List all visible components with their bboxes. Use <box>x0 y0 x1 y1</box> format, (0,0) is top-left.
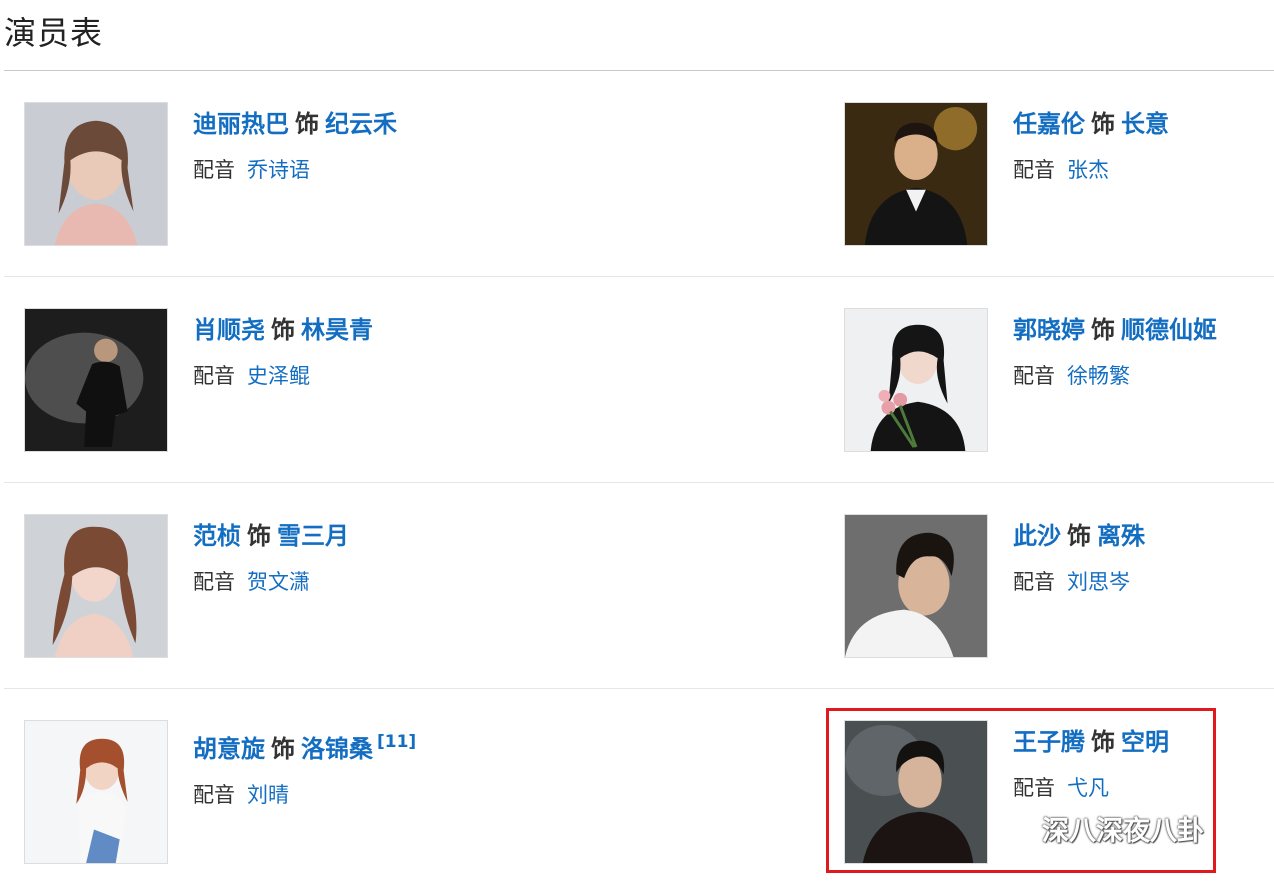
section-title: 演员表 <box>4 14 104 52</box>
voice-line: 配音 刘思岑 <box>1013 568 1145 596</box>
cast-entry: 任嘉伦饰长意 配音 张杰 <box>824 71 1274 276</box>
actor-name-link[interactable]: 胡意旋 <box>193 735 265 763</box>
cast-info: 范桢饰雪三月 配音 贺文潇 <box>193 521 349 596</box>
cast-info: 此沙饰离殊 配音 刘思岑 <box>1013 521 1145 596</box>
actor-name-link[interactable]: 王子腾 <box>1013 728 1085 756</box>
voice-actor-link[interactable]: 贺文潇 <box>247 570 310 594</box>
voice-line: 配音 刘晴 <box>193 781 416 809</box>
voice-label: 配音 <box>1013 776 1055 800</box>
voice-label: 配音 <box>193 364 235 388</box>
voice-label: 配音 <box>1013 364 1055 388</box>
voice-label: 配音 <box>1013 570 1055 594</box>
actor-name-link[interactable]: 肖顺尧 <box>193 316 265 344</box>
voice-actor-link[interactable]: 张杰 <box>1067 158 1109 182</box>
name-line: 迪丽热巴饰纪云禾 <box>193 109 397 139</box>
name-line: 郭晓婷饰顺德仙姬 <box>1013 315 1217 345</box>
cast-row: 迪丽热巴饰纪云禾 配音 乔诗语 任嘉伦饰长意 配音 张杰 <box>4 71 1274 277</box>
actor-photo[interactable] <box>24 514 168 658</box>
voice-actor-link[interactable]: 乔诗语 <box>247 158 310 182</box>
cast-entry: 肖顺尧饰林昊青 配音 史泽鲲 <box>4 277 824 482</box>
cast-row: 胡意旋饰洛锦桑 [11] 配音 刘晴 王子腾饰空明 配音 弋凡 <box>4 689 1274 882</box>
role-name-link[interactable]: 空明 <box>1121 728 1169 756</box>
watermark: 深八深夜八卦 <box>990 808 1204 849</box>
actor-name-link[interactable]: 郭晓婷 <box>1013 316 1085 344</box>
cast-entry: 此沙饰离殊 配音 刘思岑 <box>824 483 1274 688</box>
role-name-link[interactable]: 洛锦桑 <box>301 735 373 763</box>
role-name-link[interactable]: 纪云禾 <box>325 110 397 138</box>
cast-info: 王子腾饰空明 配音 弋凡 <box>1013 727 1169 802</box>
as-word: 饰 <box>247 522 271 550</box>
actor-name-link[interactable]: 此沙 <box>1013 522 1061 550</box>
cast-info: 胡意旋饰洛锦桑 [11] 配音 刘晴 <box>193 727 416 809</box>
actor-photo[interactable] <box>844 514 988 658</box>
cast-entry: 范桢饰雪三月 配音 贺文潇 <box>4 483 824 688</box>
cast-row: 范桢饰雪三月 配音 贺文潇 此沙饰离殊 配音 刘思岑 <box>4 483 1274 689</box>
actor-photo[interactable] <box>24 720 168 864</box>
cast-info: 任嘉伦饰长意 配音 张杰 <box>1013 109 1169 184</box>
voice-label: 配音 <box>193 158 235 182</box>
as-word: 饰 <box>271 735 295 763</box>
voice-label: 配音 <box>1013 158 1055 182</box>
voice-line: 配音 弋凡 <box>1013 774 1169 802</box>
cast-row: 肖顺尧饰林昊青 配音 史泽鲲 郭晓婷饰顺德仙姬 配音 徐畅繁 <box>4 277 1274 483</box>
as-word: 饰 <box>1091 110 1115 138</box>
role-name-link[interactable]: 雪三月 <box>277 522 349 550</box>
role-name-link[interactable]: 顺德仙姬 <box>1121 316 1217 344</box>
actor-name-link[interactable]: 范桢 <box>193 522 241 550</box>
as-word: 饰 <box>295 110 319 138</box>
cast-page: 演员表 迪丽热巴饰纪云禾 配音 乔诗语 任嘉伦 饰 长意 配音 张杰 肖顺尧 饰… <box>0 0 1274 882</box>
watermark-text: 深八深夜八卦 <box>1042 816 1204 847</box>
actor-photo[interactable] <box>24 102 168 246</box>
voice-actor-link[interactable]: 刘晴 <box>247 783 289 807</box>
cast-entry: 迪丽热巴饰纪云禾 配音 乔诗语 <box>4 71 824 276</box>
wechat-icon <box>990 808 1032 849</box>
voice-label: 配音 <box>193 570 235 594</box>
actor-photo[interactable] <box>24 308 168 452</box>
voice-line: 配音 史泽鲲 <box>193 362 373 390</box>
actor-name-link[interactable]: 任嘉伦 <box>1013 110 1085 138</box>
voice-label: 配音 <box>193 783 235 807</box>
cast-info: 迪丽热巴饰纪云禾 配音 乔诗语 <box>193 109 397 184</box>
as-word: 饰 <box>1091 728 1115 756</box>
name-line: 胡意旋饰洛锦桑 [11] <box>193 727 416 764</box>
actor-name-link[interactable]: 迪丽热巴 <box>193 110 289 138</box>
voice-actor-link[interactable]: 徐畅繁 <box>1067 364 1130 388</box>
name-line: 此沙饰离殊 <box>1013 521 1145 551</box>
actor-photo[interactable] <box>844 720 988 864</box>
actor-photo[interactable] <box>844 102 988 246</box>
cast-grid: 迪丽热巴饰纪云禾 配音 乔诗语 任嘉伦饰长意 配音 张杰 肖顺尧 饰 林昊青 配… <box>4 71 1274 882</box>
role-name-link[interactable]: 离殊 <box>1097 522 1145 550</box>
actor-photo[interactable] <box>844 308 988 452</box>
voice-actor-link[interactable]: 史泽鲲 <box>247 364 310 388</box>
cast-entry: 胡意旋饰洛锦桑 [11] 配音 刘晴 <box>4 689 824 882</box>
cast-entry: 王子腾饰空明 配音 弋凡 <box>824 689 1274 882</box>
name-line: 范桢饰雪三月 <box>193 521 349 551</box>
role-name-link[interactable]: 长意 <box>1121 110 1169 138</box>
cast-entry: 郭晓婷饰顺德仙姬 配音 徐畅繁 <box>824 277 1274 482</box>
voice-line: 配音 乔诗语 <box>193 156 397 184</box>
reference-link[interactable]: [11] <box>377 732 416 752</box>
name-line: 肖顺尧饰林昊青 <box>193 315 373 345</box>
as-word: 饰 <box>1067 522 1091 550</box>
cast-info: 郭晓婷饰顺德仙姬 配音 徐畅繁 <box>1013 315 1217 390</box>
voice-line: 配音 贺文潇 <box>193 568 349 596</box>
name-line: 任嘉伦饰长意 <box>1013 109 1169 139</box>
as-word: 饰 <box>1091 316 1115 344</box>
cast-info: 肖顺尧饰林昊青 配音 史泽鲲 <box>193 315 373 390</box>
role-name-link[interactable]: 林昊青 <box>301 316 373 344</box>
voice-line: 配音 徐畅繁 <box>1013 362 1217 390</box>
voice-actor-link[interactable]: 刘思岑 <box>1067 570 1130 594</box>
voice-actor-link[interactable]: 弋凡 <box>1067 776 1109 800</box>
as-word: 饰 <box>271 316 295 344</box>
name-line: 王子腾饰空明 <box>1013 727 1169 757</box>
voice-line: 配音 张杰 <box>1013 156 1169 184</box>
